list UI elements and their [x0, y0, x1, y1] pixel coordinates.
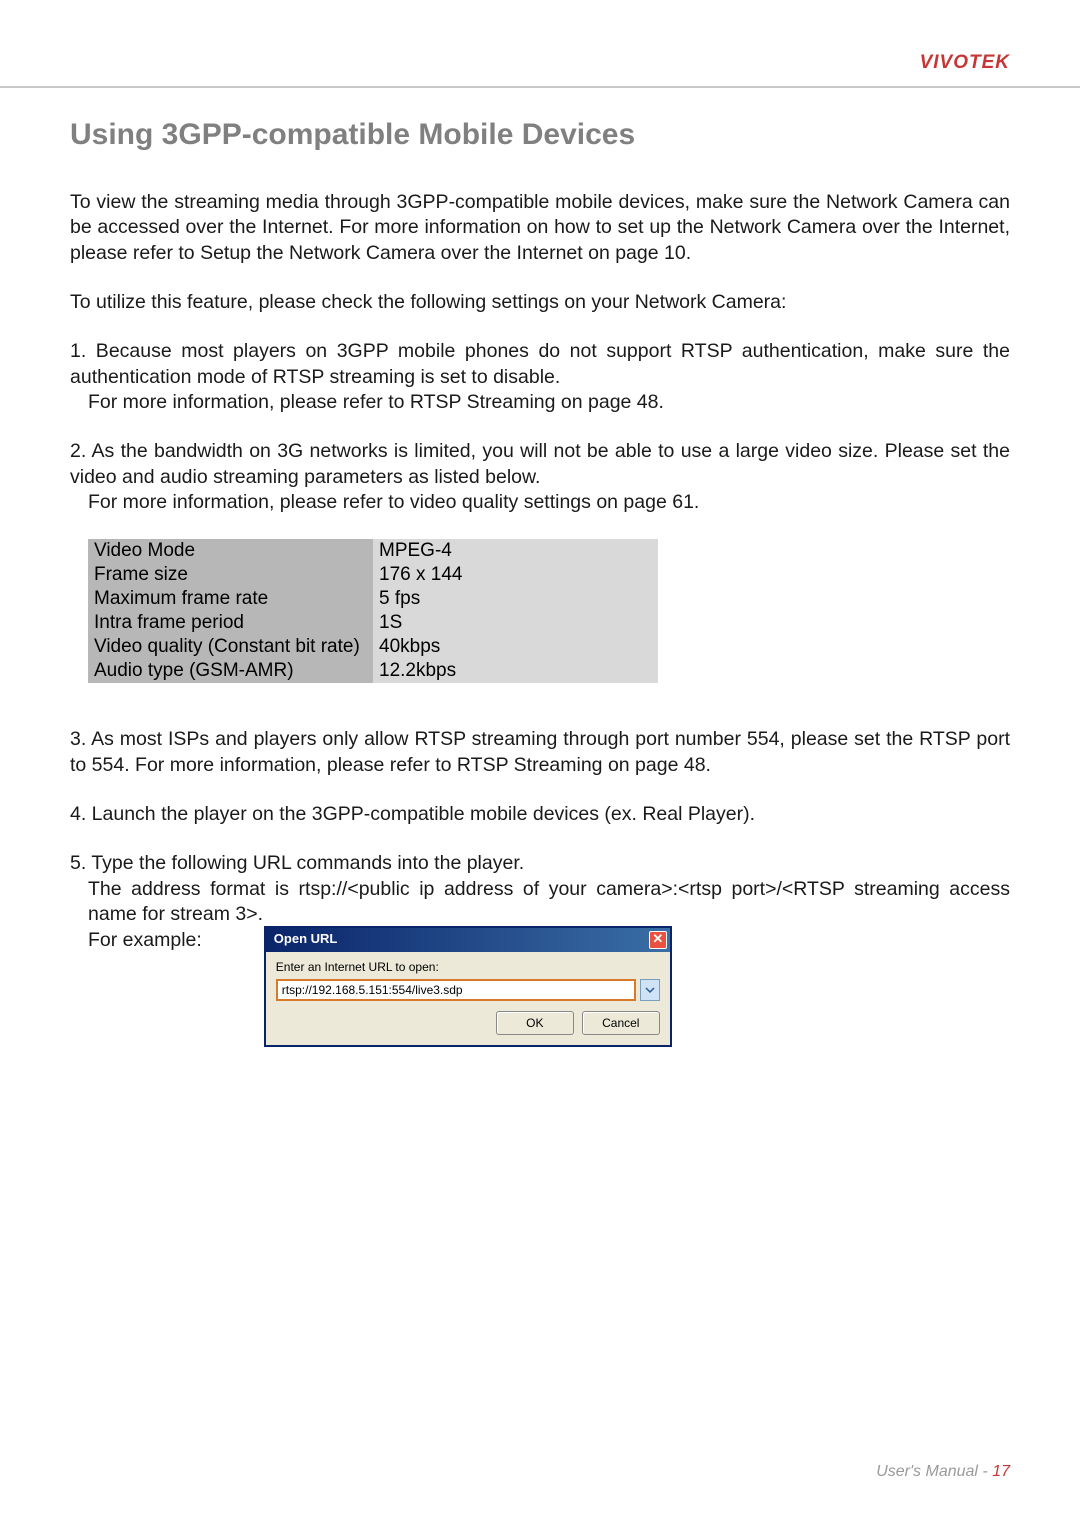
table-label: Audio type (GSM-AMR) [88, 659, 373, 683]
step-5: 5. Type the following URL commands into … [70, 851, 1010, 1047]
page-number: 17 [992, 1463, 1010, 1480]
table-label: Frame size [88, 563, 373, 587]
table-row: Video ModeMPEG-4 [88, 539, 658, 563]
table-value: 176 x 144 [373, 563, 658, 587]
document-page: VIVOTEK Using 3GPP-compatible Mobile Dev… [0, 0, 1080, 1527]
table-value: 40kbps [373, 635, 658, 659]
chevron-down-icon [645, 985, 655, 995]
step-3: 3. As most ISPs and players only allow R… [70, 727, 1010, 778]
close-icon: ✕ [652, 931, 663, 948]
intro-paragraph-1: To view the streaming media through 3GPP… [70, 190, 1010, 266]
step-2: 2. As the bandwidth on 3G networks is li… [70, 439, 1010, 515]
step-5-format: The address format is rtsp://<public ip … [70, 877, 1010, 928]
dialog-body: Enter an Internet URL to open: OK Cancel [266, 952, 670, 1046]
page-header: VIVOTEK [0, 0, 1080, 88]
table-label: Intra frame period [88, 611, 373, 635]
settings-table: Video ModeMPEG-4 Frame size176 x 144 Max… [88, 539, 658, 683]
footer-label: User's Manual - [876, 1463, 992, 1480]
table-row: Video quality (Constant bit rate)40kbps [88, 635, 658, 659]
dialog-titlebar: Open URL ✕ [266, 928, 670, 952]
step-5-text: 5. Type the following URL commands into … [70, 851, 1010, 876]
page-title: Using 3GPP-compatible Mobile Devices [70, 118, 1010, 152]
step-5-example-label: For example: [70, 928, 202, 953]
close-button[interactable]: ✕ [649, 931, 667, 949]
table-row: Audio type (GSM-AMR)12.2kbps [88, 659, 658, 683]
table-label: Maximum frame rate [88, 587, 373, 611]
table-value: MPEG-4 [373, 539, 658, 563]
brand-label: VIVOTEK [920, 52, 1010, 74]
table-label: Video quality (Constant bit rate) [88, 635, 373, 659]
table-value: 5 fps [373, 587, 658, 611]
step-2-text: 2. As the bandwidth on 3G networks is li… [70, 439, 1010, 490]
step-2-note: For more information, please refer to vi… [70, 490, 1010, 515]
step-1-note: For more information, please refer to RT… [70, 390, 1010, 415]
table-row: Intra frame period1S [88, 611, 658, 635]
table-value: 12.2kbps [373, 659, 658, 683]
table-value: 1S [373, 611, 658, 635]
dropdown-button[interactable] [640, 979, 660, 1001]
table-label: Video Mode [88, 539, 373, 563]
page-footer: User's Manual - 17 [876, 1463, 1010, 1481]
step-1-text: 1. Because most players on 3GPP mobile p… [70, 339, 1010, 390]
table-row: Maximum frame rate5 fps [88, 587, 658, 611]
dialog-title: Open URL [274, 931, 338, 948]
url-input[interactable] [276, 979, 636, 1001]
page-content: Using 3GPP-compatible Mobile Devices To … [0, 88, 1080, 1047]
open-url-dialog: Open URL ✕ Enter an Internet URL to open… [264, 926, 672, 1048]
step-4: 4. Launch the player on the 3GPP-compati… [70, 802, 1010, 827]
step-1: 1. Because most players on 3GPP mobile p… [70, 339, 1010, 415]
intro-paragraph-2: To utilize this feature, please check th… [70, 290, 1010, 315]
cancel-button[interactable]: Cancel [582, 1011, 660, 1035]
dialog-prompt-label: Enter an Internet URL to open: [276, 960, 660, 976]
ok-button[interactable]: OK [496, 1011, 574, 1035]
table-row: Frame size176 x 144 [88, 563, 658, 587]
